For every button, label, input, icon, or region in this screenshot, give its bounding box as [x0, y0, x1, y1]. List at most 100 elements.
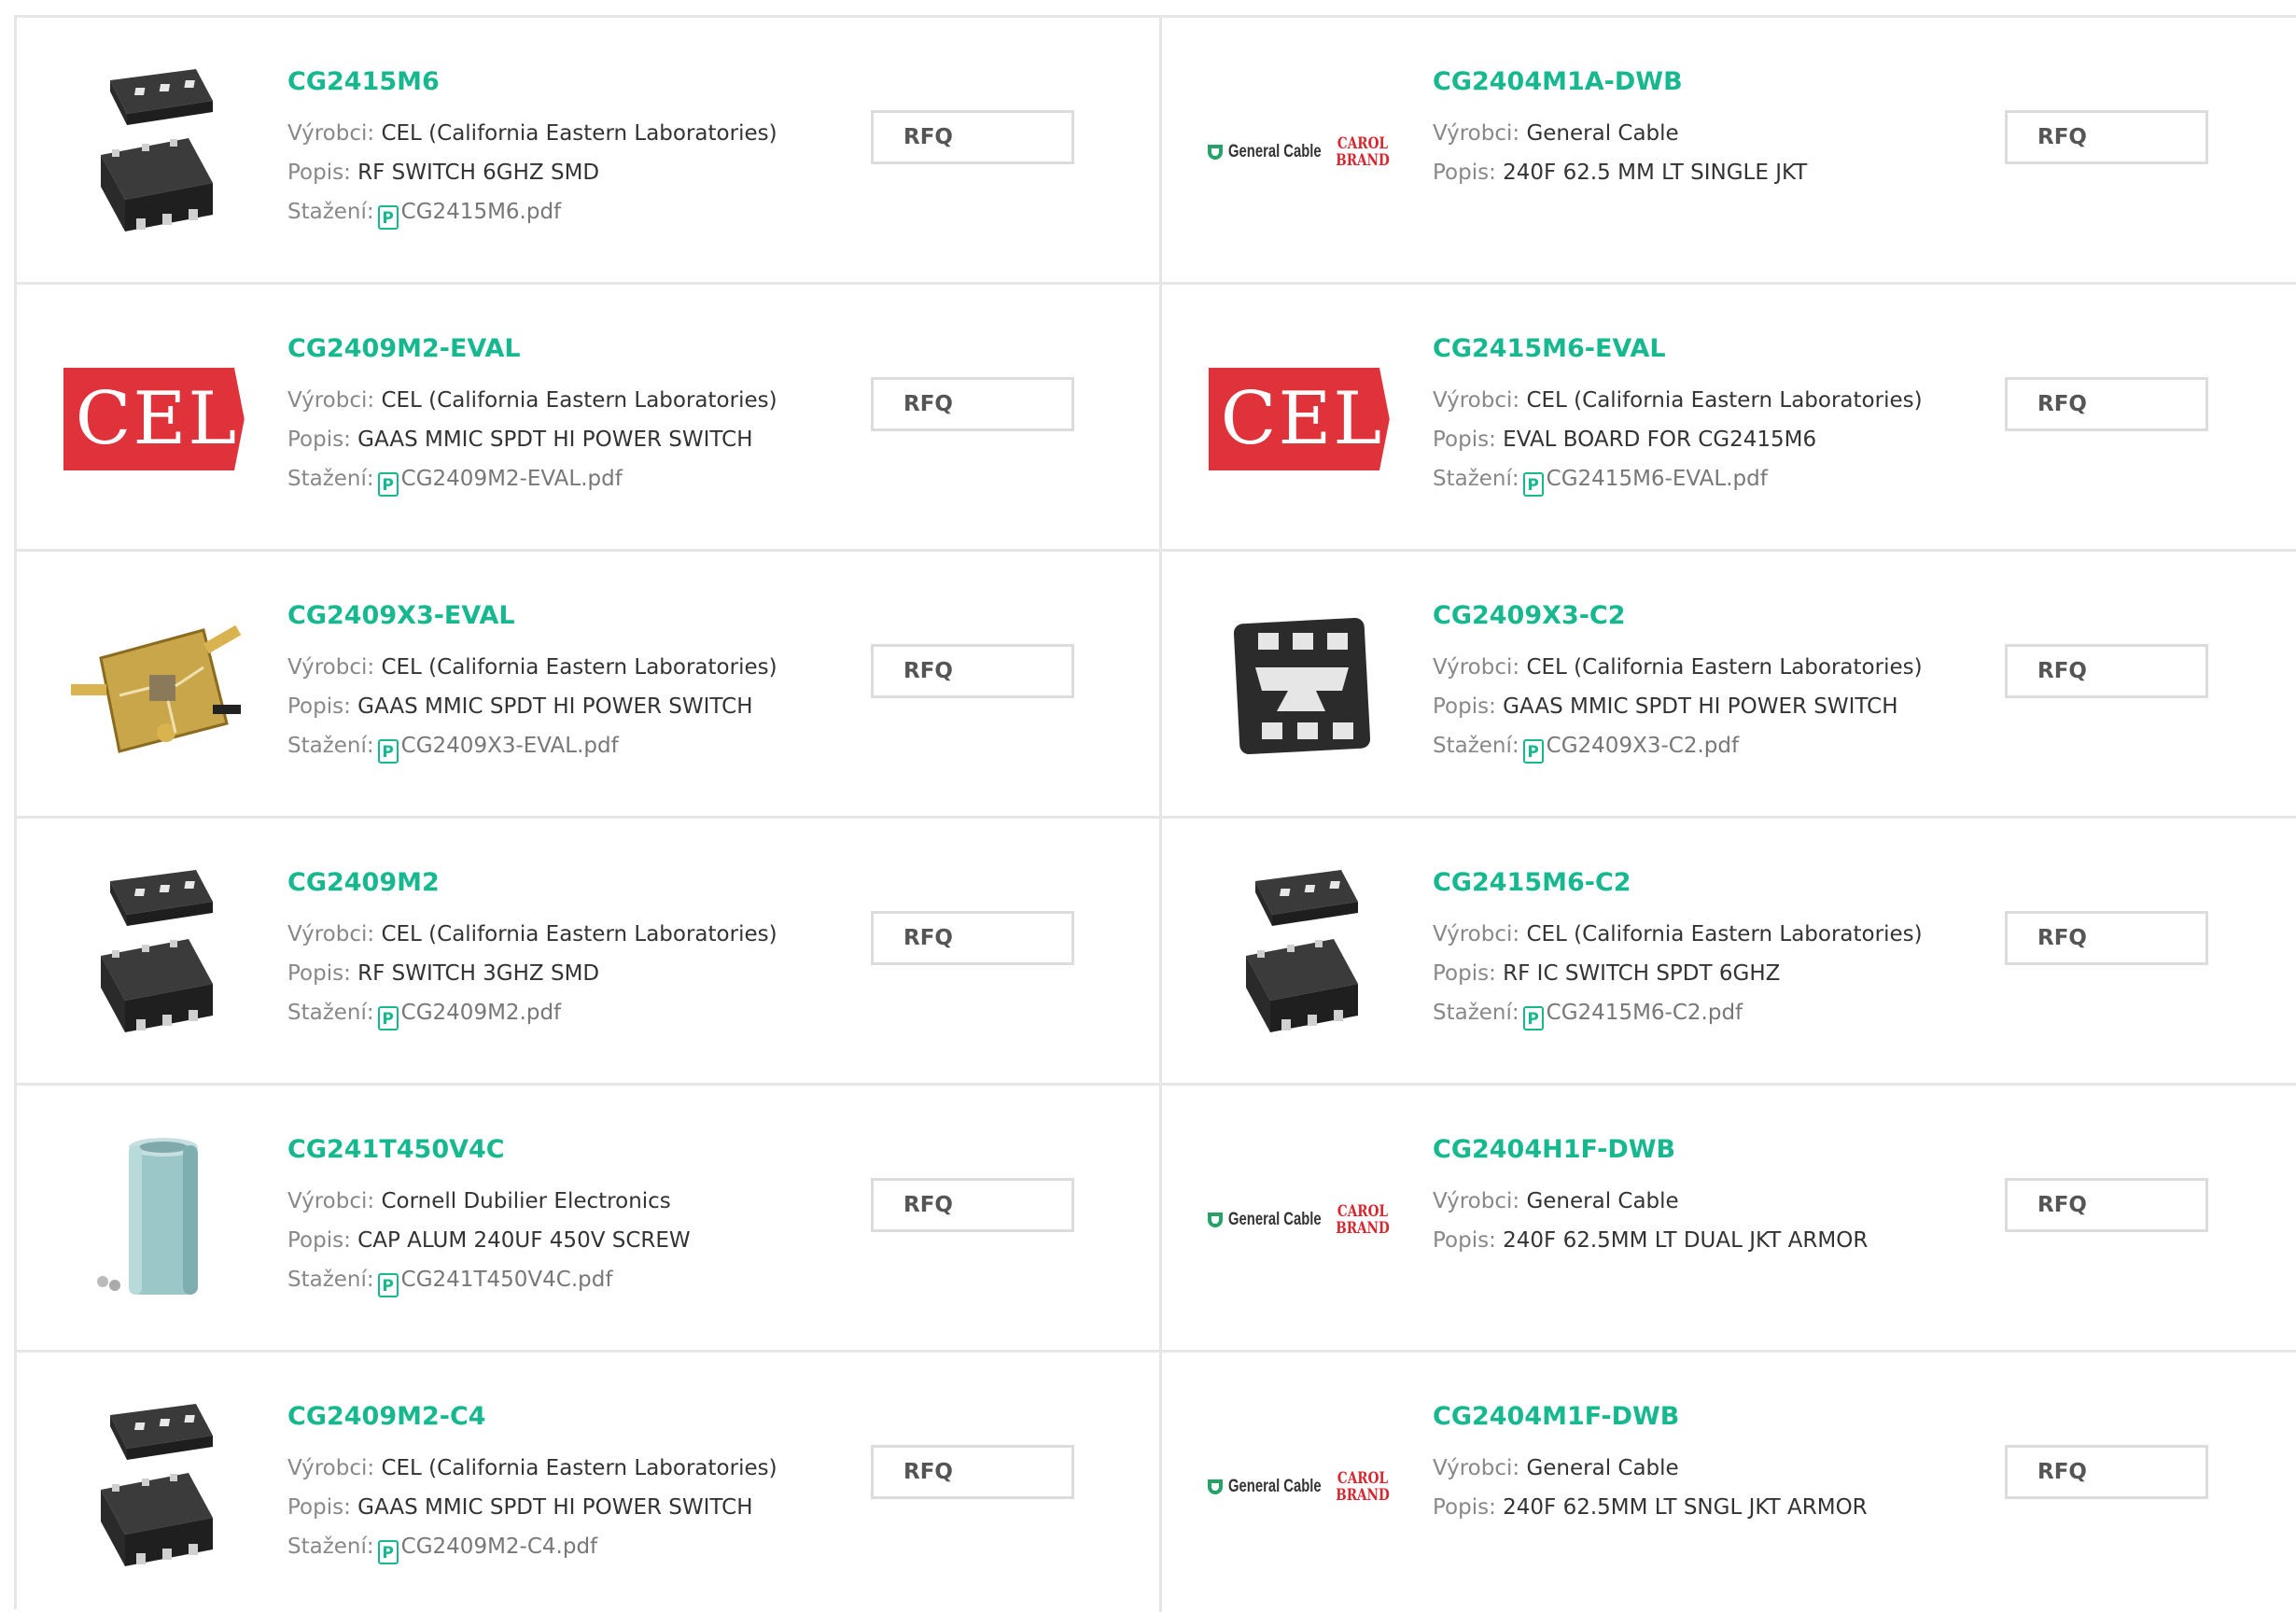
pdf-icon[interactable]: P: [377, 739, 399, 764]
manufacturer-row-label: Výrobci:: [1433, 121, 1520, 146]
cel-logo: CEL: [63, 368, 250, 470]
product-info: CG2415M6-C2 Výrobci: CEL (California East…: [1433, 867, 1923, 1032]
pdf-icon[interactable]: P: [1522, 739, 1544, 764]
cel-logo: CEL: [1209, 368, 1395, 470]
description-row: Popis: 240F 62.5MM LT SNGL JKT ARMOR: [1433, 1488, 1868, 1527]
part-number-link[interactable]: CG2404H1F-DWB: [1433, 1134, 1868, 1166]
rfq-button[interactable]: RFQ: [2005, 911, 2208, 965]
product-image[interactable]: [1209, 593, 1395, 779]
general-cable-text: General Cable: [1228, 1477, 1322, 1496]
part-number-link[interactable]: CG2409M2: [287, 867, 777, 899]
description-row-label: Popis:: [1433, 1228, 1496, 1253]
product-image[interactable]: General Cable CAROL BRAND: [1208, 1127, 1395, 1313]
rfq-button[interactable]: RFQ: [871, 110, 1074, 164]
datasheet-link[interactable]: CG241T450V4C.pdf: [401, 1268, 613, 1292]
manufacturer-row: Výrobci: CEL (California Eastern Laborat…: [287, 1449, 777, 1488]
datasheet-link[interactable]: CG2409M2.pdf: [401, 1001, 562, 1025]
download-row: Stažení: P CG2409X3-EVAL.pdf: [287, 726, 777, 765]
datasheet-link[interactable]: CG2409M2-C4.pdf: [401, 1535, 598, 1559]
rfq-button[interactable]: RFQ: [871, 911, 1074, 965]
description-row-label: Popis:: [1433, 694, 1496, 719]
manufacturer-row: Výrobci: General Cable: [1433, 1182, 1868, 1221]
manufacturer-row-label: Výrobci:: [1433, 922, 1520, 946]
product-info: CG2409M2-C4 Výrobci: CEL (California East…: [287, 1401, 777, 1566]
part-number-link[interactable]: CG2409X3-EVAL: [287, 600, 777, 632]
product-image[interactable]: [63, 1394, 250, 1580]
product-image[interactable]: [1209, 860, 1395, 1046]
pdf-icon[interactable]: P: [1522, 472, 1544, 497]
part-number-link[interactable]: CG2409M2-EVAL: [287, 333, 777, 365]
manufacturer-row-value: CEL (California Eastern Laboratories): [1526, 388, 1923, 413]
part-number-link[interactable]: CG2404M1A-DWB: [1433, 66, 1807, 98]
part-number-link[interactable]: CG2409M2-C4: [287, 1401, 777, 1433]
datasheet-link[interactable]: CG2415M6-C2.pdf: [1547, 1001, 1743, 1025]
product-info: CG2409M2 Výrobci: CEL (California Eastern…: [287, 867, 777, 1032]
pdf-icon[interactable]: P: [377, 205, 399, 230]
product-image[interactable]: [63, 59, 250, 245]
part-number-link[interactable]: CG2415M6: [287, 66, 777, 98]
product-image[interactable]: [63, 860, 250, 1046]
pdf-icon[interactable]: P: [377, 1540, 399, 1564]
download-label: Stažení:: [287, 734, 374, 758]
pdf-icon[interactable]: P: [377, 472, 399, 497]
product-image[interactable]: [63, 1127, 250, 1313]
rfq-button[interactable]: RFQ: [2005, 110, 2208, 164]
brand-line: BRAND: [1336, 1219, 1390, 1238]
datasheet-link[interactable]: CG2409M2-EVAL.pdf: [401, 467, 623, 491]
download-row: Stažení: P CG241T450V4C.pdf: [287, 1260, 691, 1299]
part-number-link[interactable]: CG2415M6-C2: [1433, 867, 1923, 899]
product-card: CG2409X3-EVAL Výrobci: CEL (California Ea…: [17, 552, 1162, 819]
description-row-value: RF IC SWITCH SPDT 6GHZ: [1503, 961, 1781, 986]
rfq-button[interactable]: RFQ: [871, 377, 1074, 431]
product-image[interactable]: [63, 593, 250, 779]
product-image[interactable]: CEL: [63, 326, 250, 512]
shield-icon: [1208, 145, 1224, 160]
download-label: Stažení:: [1433, 1001, 1519, 1025]
datasheet-link[interactable]: CG2415M6.pdf: [401, 200, 562, 224]
product-card: CG2409M2-C4 Výrobci: CEL (California East…: [17, 1353, 1162, 1612]
download-row: Stažení: P CG2415M6.pdf: [287, 192, 777, 231]
rfq-button[interactable]: RFQ: [871, 1445, 1074, 1499]
rfq-button[interactable]: RFQ: [871, 644, 1074, 698]
description-row: Popis: GAAS MMIC SPDT HI POWER SWITCH: [287, 1488, 777, 1527]
carol-line: CAROL: [1337, 1202, 1388, 1221]
description-row-label: Popis:: [287, 961, 351, 986]
datasheet-link[interactable]: CG2415M6-EVAL.pdf: [1547, 467, 1768, 491]
description-row-value: RF SWITCH 3GHZ SMD: [357, 961, 600, 986]
description-row-label: Popis:: [287, 161, 351, 185]
rfq-button[interactable]: RFQ: [2005, 1178, 2208, 1232]
datasheet-link[interactable]: CG2409X3-EVAL.pdf: [401, 734, 619, 758]
pdf-icon[interactable]: P: [377, 1273, 399, 1297]
description-row-label: Popis:: [287, 1228, 351, 1253]
manufacturer-row-label: Výrobci:: [287, 121, 375, 146]
manufacturer-row-label: Výrobci:: [287, 1189, 375, 1213]
pdf-icon[interactable]: P: [1522, 1006, 1544, 1030]
product-image[interactable]: General Cable CAROL BRAND: [1208, 59, 1395, 245]
manufacturer-row-value: CEL (California Eastern Laboratories): [381, 1456, 777, 1480]
description-row-value: RF SWITCH 6GHZ SMD: [357, 161, 600, 185]
datasheet-link[interactable]: CG2409X3-C2.pdf: [1547, 734, 1739, 758]
part-number-link[interactable]: CG2415M6-EVAL: [1433, 333, 1923, 365]
general-cable-logo: General Cable CAROL BRAND: [1208, 1470, 1396, 1504]
part-number-link[interactable]: CG2409X3-C2: [1433, 600, 1923, 632]
rfq-button[interactable]: RFQ: [2005, 377, 2208, 431]
product-image[interactable]: General Cable CAROL BRAND: [1208, 1394, 1396, 1580]
product-image[interactable]: CEL: [1209, 326, 1395, 512]
manufacturer-row-label: Výrobci:: [287, 1456, 375, 1480]
rfq-button[interactable]: RFQ: [2005, 644, 2208, 698]
rfq-button[interactable]: RFQ: [2005, 1445, 2208, 1499]
pdf-icon[interactable]: P: [377, 1006, 399, 1030]
ic-package-icon: [101, 1404, 213, 1566]
manufacturer-row-label: Výrobci:: [1433, 1456, 1520, 1480]
carol-brand-logo: CAROL BRAND: [1336, 135, 1390, 169]
product-info: CG2409X3-EVAL Výrobci: CEL (California Ea…: [287, 600, 777, 765]
manufacturer-row-label: Výrobci:: [1433, 388, 1520, 413]
carol-brand-logo: CAROL BRAND: [1336, 1203, 1390, 1237]
description-row-value: GAAS MMIC SPDT HI POWER SWITCH: [357, 428, 753, 452]
part-number-link[interactable]: CG2404M1F-DWB: [1433, 1401, 1868, 1433]
rfq-button[interactable]: RFQ: [871, 1178, 1074, 1232]
description-row: Popis: EVAL BOARD FOR CG2415M6: [1433, 420, 1923, 459]
part-number-link[interactable]: CG241T450V4C: [287, 1134, 691, 1166]
qfn-chip-icon: [1233, 617, 1371, 755]
manufacturer-row: Výrobci: Cornell Dubilier Electronics: [287, 1182, 691, 1221]
